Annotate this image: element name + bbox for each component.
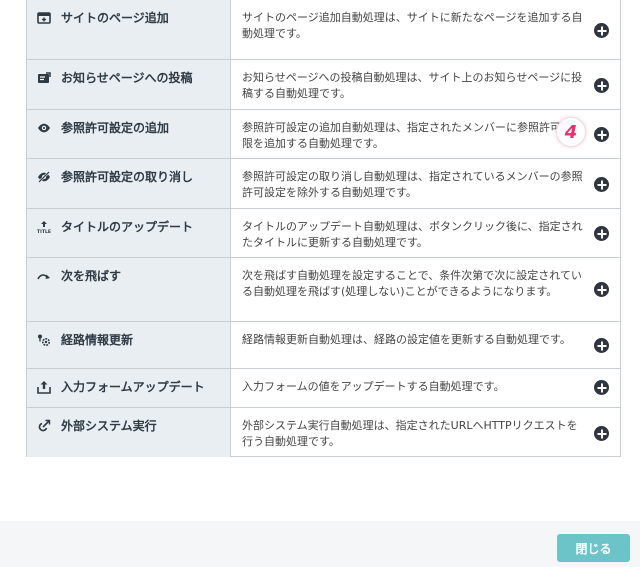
action-desc-cell: お知らせページへの投稿自動処理は、サイト上のお知らせページに投稿する自動処理です… (231, 60, 620, 109)
notice-post-icon (37, 71, 51, 85)
action-name-cell: 参照許可設定の追加 (27, 110, 231, 158)
action-name: タイトルのアップデート (61, 220, 194, 234)
action-desc-cell: サイトのページ追加自動処理は、サイトに新たなページを追加する自動処理です。 (231, 0, 620, 59)
action-desc-cell: 次を飛ばす自動処理を設定することで、条件次第で次に設定されている自動処理を飛ばす… (231, 258, 620, 321)
action-name-cell: 経路情報更新 (27, 322, 231, 368)
page-add-icon (37, 11, 51, 25)
add-action-button[interactable] (594, 127, 609, 142)
eye-icon (37, 121, 51, 135)
step-number-badge: 4 (556, 117, 586, 147)
title-update-icon: TITLE (37, 220, 51, 234)
action-description: サイトのページ追加自動処理は、サイトに新たなページを追加する自動処理です。 (242, 11, 583, 40)
action-name: 次を飛ばす (61, 269, 122, 283)
action-desc-cell: 経路情報更新自動処理は、経路の設定値を更新する自動処理です。 (231, 322, 620, 368)
action-desc-cell: 入力フォームの値をアップデートする自動処理です。 (231, 369, 620, 407)
add-action-button[interactable] (594, 78, 609, 93)
svg-text:TITLE: TITLE (37, 229, 51, 234)
action-name: 入力フォームアップデート (61, 380, 205, 394)
action-row-external-system: 外部システム実行 外部システム実行自動処理は、指定されたURLへHTTPリクエス… (27, 407, 620, 457)
action-desc-cell: タイトルのアップデート自動処理は、ボタンクリック後に、指定されたタイトルに更新す… (231, 209, 620, 257)
action-description: 経路情報更新自動処理は、経路の設定値を更新する自動処理です。 (242, 333, 571, 346)
action-row-notice-post: お知らせページへの投稿 お知らせページへの投稿自動処理は、サイト上のお知らせペー… (27, 59, 620, 109)
action-description: 次を飛ばす自動処理を設定することで、条件次第で次に設定されている自動処理を飛ばす… (242, 269, 582, 298)
external-link-icon (37, 419, 51, 433)
action-name-cell: 入力フォームアップデート (27, 369, 231, 407)
action-name-cell: TITLE タイトルのアップデート (27, 209, 231, 257)
action-description: タイトルのアップデート自動処理は、ボタンクリック後に、指定されたタイトルに更新す… (242, 220, 583, 249)
add-action-button[interactable] (594, 177, 609, 192)
action-row-title-update: TITLE タイトルのアップデート タイトルのアップデート自動処理は、ボタンクリ… (27, 208, 620, 257)
action-name: 外部システム実行 (61, 419, 157, 433)
action-description: 参照許可設定の取り消し自動処理は、指定されているメンバーの参照許可設定を除外する… (242, 170, 583, 199)
action-list-table: サイトのページ追加 サイトのページ追加自動処理は、サイトに新たなページを追加する… (26, 0, 621, 457)
action-row-form-update: 入力フォームアップデート 入力フォームの値をアップデートする自動処理です。 (27, 368, 620, 407)
action-description: 参照許可設定の追加自動処理は、指定されたメンバーに参照許可の権限を追加する自動処… (242, 121, 583, 150)
add-action-button[interactable] (594, 426, 609, 441)
route-settings-icon (37, 333, 51, 347)
action-name-cell: 参照許可設定の取り消し (27, 159, 231, 208)
eye-slash-icon (37, 170, 51, 184)
add-action-button[interactable] (594, 23, 609, 38)
form-upload-icon (37, 380, 51, 394)
action-desc-cell: 外部システム実行自動処理は、指定されたURLへHTTPリクエストを行う自動処理で… (231, 408, 620, 457)
action-name: 経路情報更新 (61, 333, 134, 347)
action-row-skip-next: 次を飛ばす 次を飛ばす自動処理を設定することで、条件次第で次に設定されている自動… (27, 257, 620, 321)
action-name: 参照許可設定の追加 (61, 121, 170, 135)
add-action-button[interactable] (594, 338, 609, 353)
action-name-cell: お知らせページへの投稿 (27, 60, 231, 109)
action-name: サイトのページ追加 (61, 11, 169, 25)
action-description: 外部システム実行自動処理は、指定されたURLへHTTPリクエストを行う自動処理で… (242, 419, 578, 448)
action-row-permission-remove: 参照許可設定の取り消し 参照許可設定の取り消し自動処理は、指定されているメンバー… (27, 158, 620, 208)
skip-arrow-icon (37, 269, 51, 283)
action-name-cell: サイトのページ追加 (27, 0, 231, 59)
action-description: 入力フォームの値をアップデートする自動処理です。 (242, 380, 505, 393)
action-desc-cell: 参照許可設定の取り消し自動処理は、指定されているメンバーの参照許可設定を除外する… (231, 159, 620, 208)
action-name: お知らせページへの投稿 (61, 71, 193, 85)
add-action-button[interactable] (594, 380, 609, 395)
action-row-route-update: 経路情報更新 経路情報更新自動処理は、経路の設定値を更新する自動処理です。 (27, 321, 620, 368)
action-name: 参照許可設定の取り消し (61, 170, 194, 184)
step-number: 4 (564, 121, 578, 143)
action-name-cell: 次を飛ばす (27, 258, 231, 321)
action-row-page-add: サイトのページ追加 サイトのページ追加自動処理は、サイトに新たなページを追加する… (27, 0, 620, 59)
modal-body: サイトのページ追加 サイトのページ追加自動処理は、サイトに新たなページを追加する… (0, 0, 640, 521)
add-action-button[interactable] (594, 282, 609, 297)
action-row-permission-add: 参照許可設定の追加 参照許可設定の追加自動処理は、指定されたメンバーに参照許可の… (27, 109, 620, 158)
add-action-button[interactable] (594, 226, 609, 241)
action-description: お知らせページへの投稿自動処理は、サイト上のお知らせページに投稿する自動処理です… (242, 71, 583, 100)
action-name-cell: 外部システム実行 (27, 408, 231, 457)
modal-footer: 閉じる (0, 521, 640, 567)
close-button[interactable]: 閉じる (557, 534, 630, 562)
